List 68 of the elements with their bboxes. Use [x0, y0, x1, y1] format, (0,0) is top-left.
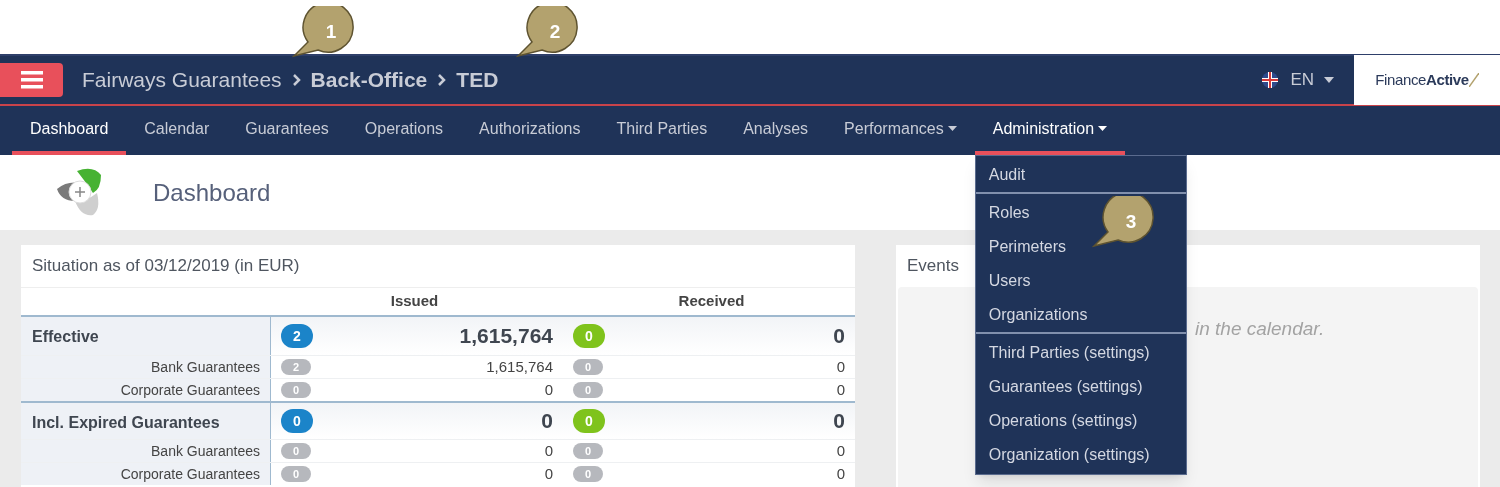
- nav-tab[interactable]: Calendar: [126, 106, 228, 155]
- menu-button[interactable]: [0, 63, 63, 97]
- amount-cell-text: 0: [836, 463, 845, 484]
- menu-item[interactable]: Perimeters: [988, 235, 1067, 259]
- amount-cell-text: 0: [544, 463, 553, 484]
- count-badge: 0: [281, 466, 311, 482]
- menu-item[interactable]: Organization (settings): [988, 443, 1150, 467]
- menu-item[interactable]: Operations (settings): [988, 409, 1138, 433]
- callout-badge: 2: [516, 6, 580, 58]
- count-badge: 0: [281, 443, 311, 459]
- amount-cell-text: 0: [833, 323, 845, 350]
- callout-badge: 1: [292, 6, 356, 58]
- card-title: Situation as of 03/12/2019 (in EUR): [21, 245, 855, 288]
- menu-item[interactable]: Guarantees (settings): [988, 375, 1143, 399]
- row-label: Effective: [32, 327, 99, 347]
- count-badge: 2: [281, 324, 313, 348]
- page-title: Dashboard: [153, 177, 271, 208]
- breadcrumb-item[interactable]: Back-Office: [310, 64, 428, 96]
- chevron-right-icon: [291, 73, 301, 87]
- nav-tab[interactable]: Analyses: [725, 106, 827, 155]
- nav-tab[interactable]: Operations: [346, 106, 462, 155]
- amount-cell-text: 0: [833, 408, 845, 435]
- menu-icon: [20, 71, 43, 89]
- chevron-right-icon: [437, 73, 447, 87]
- menu-item[interactable]: Organizations: [988, 303, 1088, 327]
- row-label: Corporate Guarantees: [120, 380, 260, 400]
- caret-icon: [1098, 126, 1108, 131]
- count-badge: 0: [281, 382, 311, 398]
- empty-message: in the calendar.: [1195, 318, 1325, 339]
- breadcrumb-item: TED: [456, 67, 499, 94]
- amount-cell-text: 1,615,764: [486, 356, 553, 377]
- amount-cell-text: 1,615,764: [459, 323, 553, 350]
- count-badge: 0: [573, 382, 603, 398]
- amount-cell-text: 0: [836, 379, 845, 400]
- row-label: Bank Guarantees: [151, 441, 260, 461]
- menu-item[interactable]: Audit: [988, 163, 1026, 187]
- amount-cell-text: 0: [836, 356, 845, 377]
- callout-badge: 3: [1092, 196, 1156, 248]
- card-title: Events: [907, 255, 959, 278]
- column-header: Received: [678, 291, 745, 312]
- count-badge: 0: [573, 324, 605, 348]
- row-label: Corporate Guarantees: [120, 464, 260, 484]
- count-badge: 0: [573, 443, 603, 459]
- amount-cell-text: 0: [544, 379, 553, 400]
- amount-cell-text: 0: [541, 408, 553, 435]
- count-badge: 0: [573, 466, 603, 482]
- nav-tab[interactable]: Guarantees: [227, 106, 347, 155]
- caret-icon: [1324, 77, 1334, 83]
- row-label: Incl. Expired Guarantees: [32, 413, 220, 433]
- amount-cell-text: 0: [836, 440, 845, 461]
- flag-icon: [1262, 72, 1279, 88]
- nav-tab[interactable]: Performances: [826, 106, 975, 155]
- brand-logo: FinanceActive: [1354, 55, 1500, 105]
- nav-tab[interactable]: Third Parties: [598, 106, 726, 155]
- menu-item[interactable]: Roles: [988, 201, 1030, 225]
- caret-icon: [947, 126, 957, 131]
- nav-tab[interactable]: Authorizations: [461, 106, 599, 155]
- count-badge: 0: [573, 359, 603, 375]
- count-badge: 0: [281, 409, 313, 433]
- row-label: Bank Guarantees: [151, 357, 260, 377]
- column-header: Issued: [390, 291, 439, 312]
- menu-item[interactable]: Users: [988, 269, 1031, 293]
- breadcrumb-item[interactable]: Fairways Guarantees: [82, 64, 282, 96]
- count-badge: 2: [281, 359, 311, 375]
- count-badge: 0: [573, 409, 605, 433]
- language-dropdown[interactable]: EN: [1290, 67, 1334, 93]
- amount-cell-text: 0: [544, 440, 553, 461]
- menu-item[interactable]: Third Parties (settings): [988, 341, 1150, 365]
